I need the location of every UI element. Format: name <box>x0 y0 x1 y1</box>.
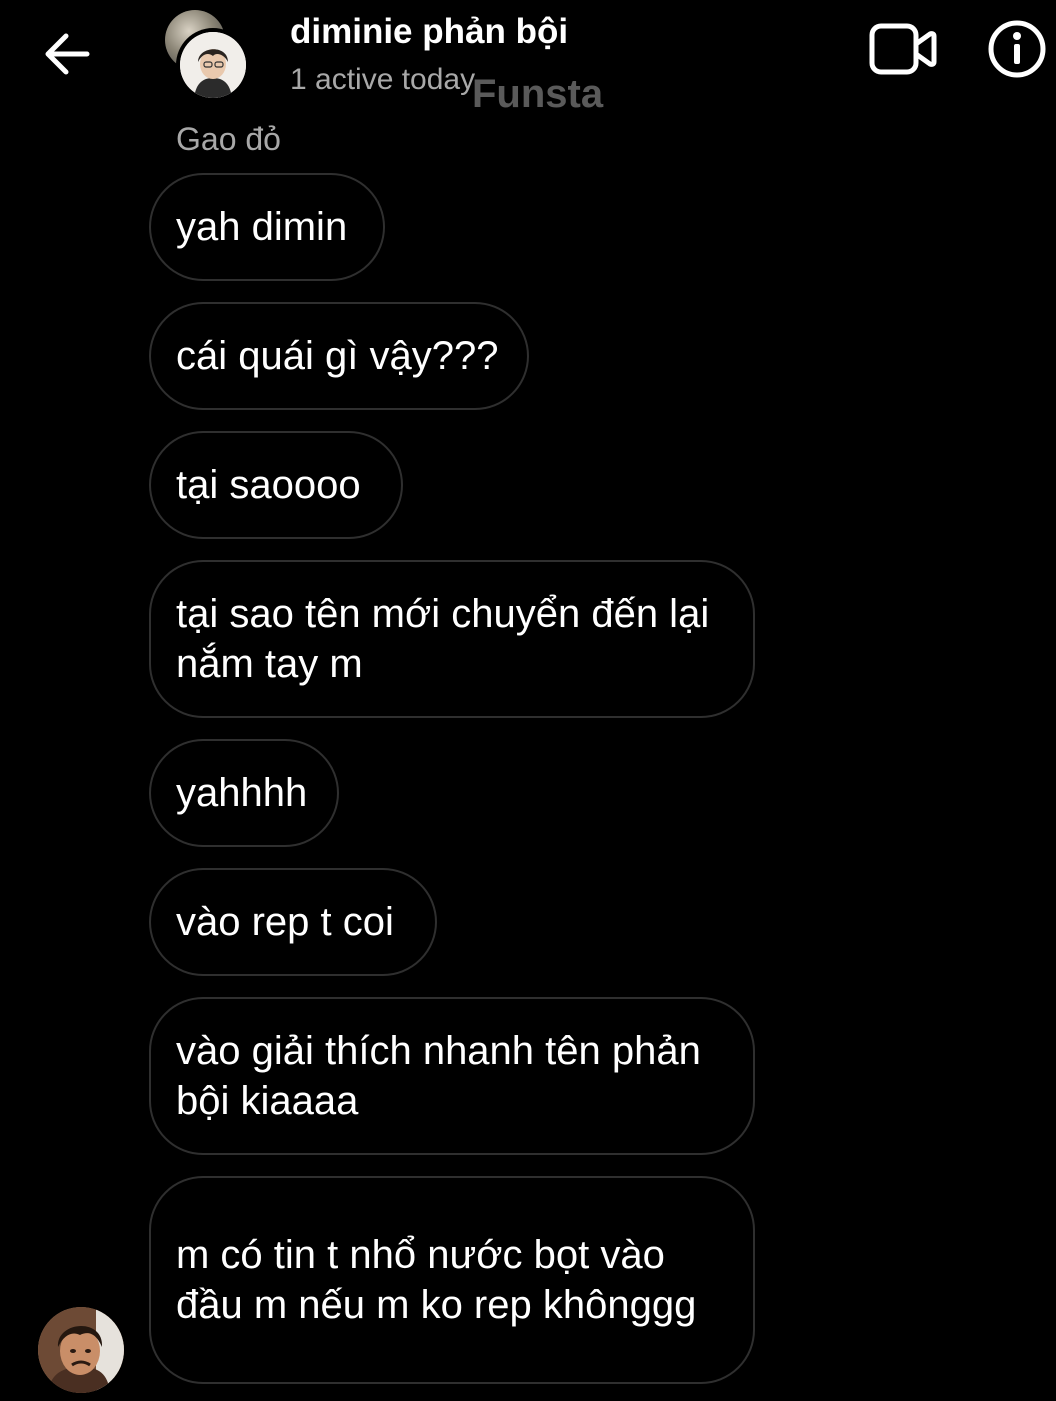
sender-avatar[interactable] <box>38 1307 124 1393</box>
message-bubble[interactable]: yah dimin <box>149 173 385 281</box>
video-camera-icon <box>869 23 937 75</box>
message-bubble[interactable]: yahhhh <box>149 739 339 847</box>
message-text: vào rep t coi <box>176 900 394 944</box>
message-text: tại saoooo <box>176 463 361 507</box>
message-bubble[interactable]: m có tin t nhổ nước bọt vào đầu m nếu m … <box>149 1176 755 1384</box>
watermark-text: Funsta <box>472 72 604 116</box>
arrow-left-icon <box>45 33 90 75</box>
message-text: vào giải thích nhanh tên phản bội kiaaaa <box>176 1029 701 1123</box>
message-text: tại sao tên mới chuyển đến lại nắm tay m <box>176 592 710 686</box>
avatar-primary <box>176 28 250 102</box>
contact-name[interactable]: diminie phản bội <box>290 12 568 52</box>
message-bubble[interactable]: tại saoooo <box>149 431 403 539</box>
back-button[interactable] <box>38 28 94 80</box>
video-call-button[interactable] <box>866 20 940 78</box>
message-text: yah dimin <box>176 205 348 249</box>
message-bubble[interactable]: vào rep t coi <box>149 868 437 976</box>
info-circle-icon <box>988 20 1046 78</box>
active-status: 1 active today <box>290 63 476 96</box>
message-text: yahhhh <box>176 771 308 815</box>
message-text: m có tin t nhổ nước bọt vào đầu m nếu m … <box>176 1233 697 1327</box>
chat-header: diminie phản bội 1 active today Funsta <box>0 0 1056 120</box>
message-bubble[interactable]: tại sao tên mới chuyển đến lại nắm tay m <box>149 560 755 718</box>
message-bubble[interactable]: vào giải thích nhanh tên phản bội kiaaaa <box>149 997 755 1155</box>
info-button[interactable] <box>986 18 1048 80</box>
sender-name: Gao đỏ <box>176 121 281 157</box>
message-bubble[interactable]: cái quái gì vậy??? <box>149 302 529 410</box>
group-avatar[interactable] <box>162 10 257 102</box>
message-text: cái quái gì vậy??? <box>176 334 499 378</box>
